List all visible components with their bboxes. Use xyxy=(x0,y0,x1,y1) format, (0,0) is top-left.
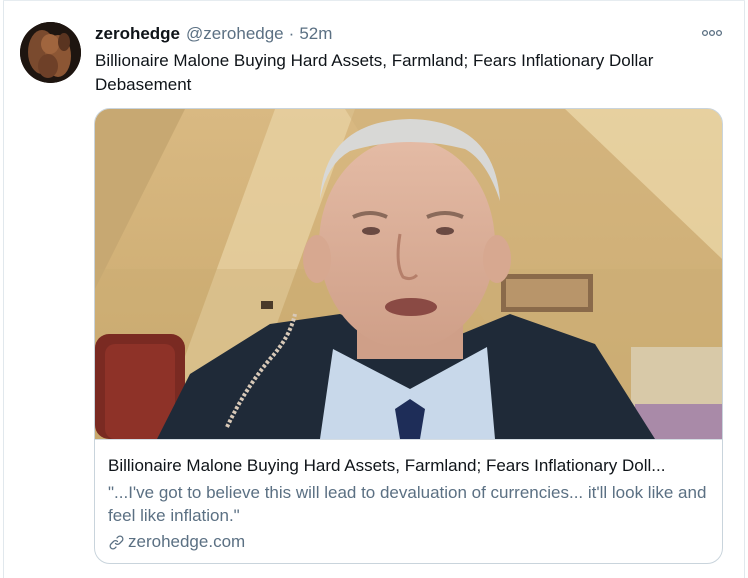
link-card[interactable]: Billionaire Malone Buying Hard Assets, F… xyxy=(94,108,723,564)
card-image[interactable] xyxy=(95,109,722,439)
more-options-icon xyxy=(701,29,723,37)
card-domain[interactable]: zerohedge.com xyxy=(108,531,245,553)
card-domain-text[interactable]: zerohedge.com xyxy=(128,531,245,553)
separator-dot: · xyxy=(288,24,295,43)
user-handle[interactable]: @zerohedge xyxy=(186,24,284,44)
card-text[interactable]: Billionaire Malone Buying Hard Assets, F… xyxy=(95,439,722,563)
avatar[interactable] xyxy=(20,22,81,83)
tweet-header: zerohedge @zerohedge · 52m xyxy=(95,24,332,46)
link-icon xyxy=(109,535,124,549)
card-description: "...I've got to believe this will lead t… xyxy=(108,483,707,525)
card-title[interactable]: Billionaire Malone Buying Hard Assets, F… xyxy=(108,455,712,477)
avatar-image xyxy=(20,22,81,83)
more-options-button[interactable] xyxy=(699,24,725,42)
tweet-text: Billionaire Malone Buying Hard Assets, F… xyxy=(95,51,654,94)
timestamp[interactable]: 52m xyxy=(299,24,332,44)
divider xyxy=(3,0,745,1)
display-name[interactable]: zerohedge xyxy=(95,24,180,44)
